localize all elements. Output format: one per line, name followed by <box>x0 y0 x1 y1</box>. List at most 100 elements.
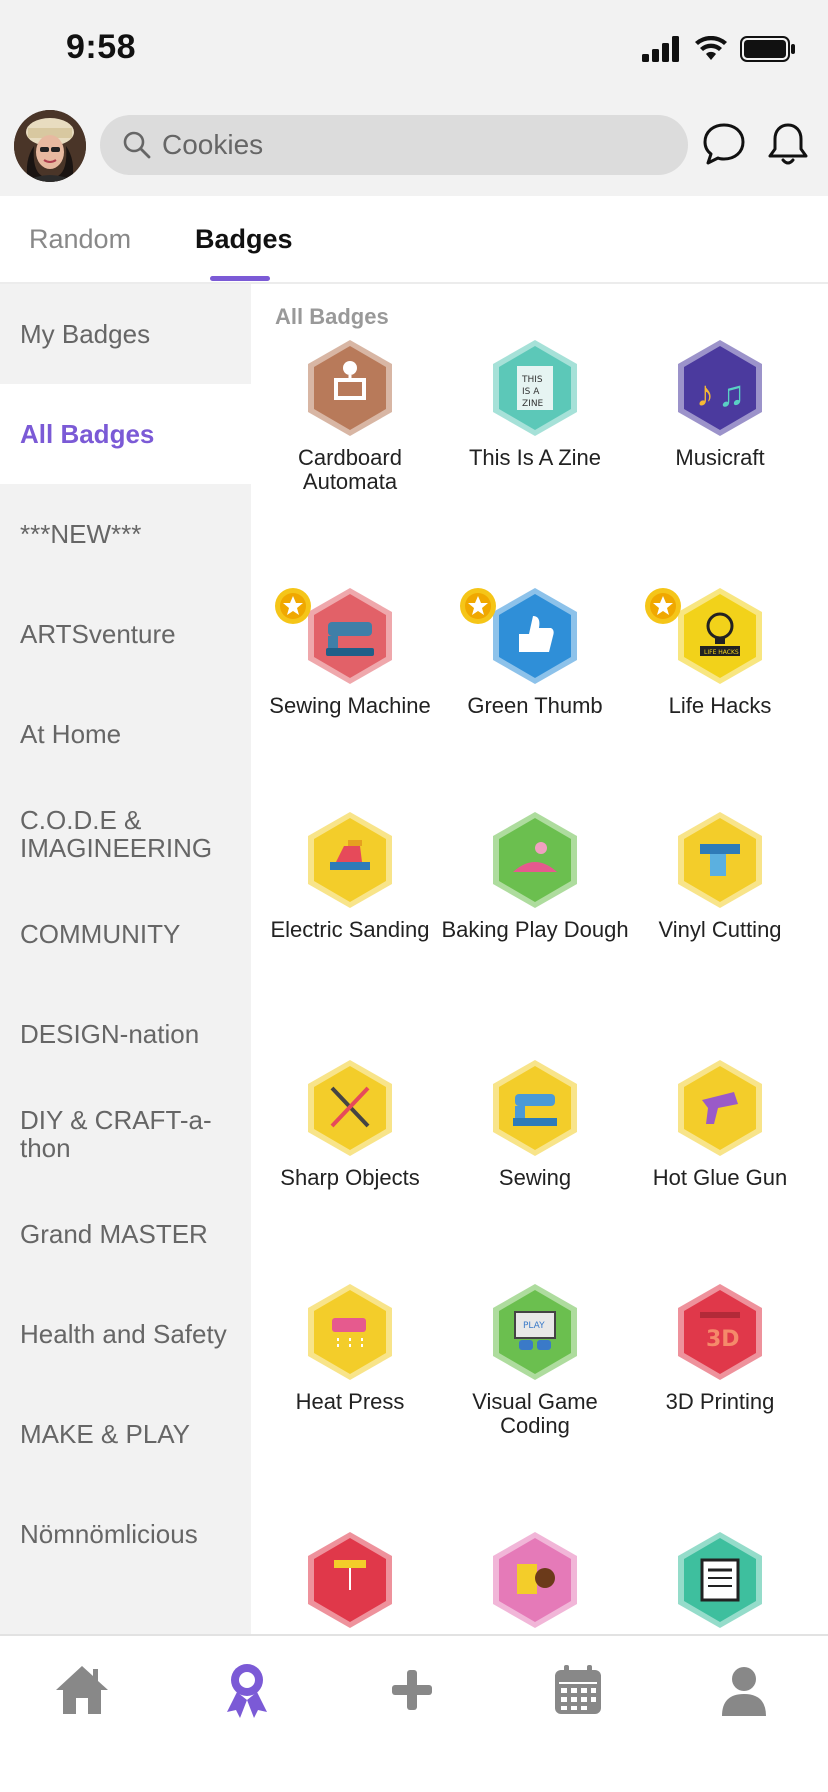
badge-item[interactable]: THIS IS A ZINE This Is A Zine <box>440 338 630 470</box>
badge-item[interactable]: Vinyl Cutting <box>625 810 815 942</box>
sidebar-item-health-safety[interactable]: Health and Safety <box>0 1284 251 1384</box>
sidebar-item-new[interactable]: ***NEW*** <box>0 484 251 584</box>
badge-label: Musicraft <box>675 445 765 470</box>
sidebar-item-code-imagineering[interactable]: C.O.D.E & IMAGINEERING <box>0 784 251 884</box>
badge-item[interactable]: LIFE HACKS Life Hacks <box>625 586 815 718</box>
tab-bar: Random Badges <box>0 196 828 284</box>
badge-item[interactable] <box>625 1530 815 1630</box>
star-coin-icon <box>645 588 681 624</box>
sidebar-item-community[interactable]: COMMUNITY <box>0 884 251 984</box>
top-header: Cookies <box>0 100 828 196</box>
tab-random[interactable]: Random <box>29 224 131 255</box>
status-bar: 9:58 <box>0 0 828 100</box>
badge-grid-panel: All Badges Cardboard Automata THIS IS A ZIN… <box>251 284 828 1634</box>
thumbs-up-icon <box>493 588 577 684</box>
newspaper-icon <box>678 1532 762 1628</box>
svg-text:♪: ♪ <box>696 373 714 414</box>
badge-label: Visual Game Coding <box>472 1389 598 1439</box>
bottom-nav <box>0 1634 828 1792</box>
svg-text:THIS: THIS <box>521 375 543 385</box>
badge-label: Heat Press <box>295 1389 405 1414</box>
sidebar-item-at-home[interactable]: At Home <box>0 684 251 784</box>
badge-label: Cardboard Automata <box>298 445 402 495</box>
tab-badges[interactable]: Badges <box>195 224 293 255</box>
sidebar-item-artsventure[interactable]: ARTSventure <box>0 584 251 684</box>
sidebar-item-make-play[interactable]: MAKE & PLAY <box>0 1384 251 1484</box>
badge-item[interactable]: ♪ ♫ Musicraft <box>625 338 815 470</box>
sidebar-item-design-nation[interactable]: DESIGN-nation <box>0 984 251 1084</box>
status-time: 9:58 <box>66 28 137 66</box>
status-icons <box>642 36 796 62</box>
badge-item[interactable]: Sewing <box>440 1058 630 1190</box>
search-bar[interactable]: Cookies <box>100 115 688 175</box>
badge-label: Electric Sanding <box>270 917 430 942</box>
calendar-icon[interactable] <box>548 1660 608 1720</box>
sewing-icon <box>493 1060 577 1156</box>
sidebar-item-all-badges[interactable]: All Badges <box>0 384 251 484</box>
search-input[interactable]: Cookies <box>162 129 263 161</box>
sidebar-item-nomnomlicious[interactable]: Nömnömlicious <box>0 1484 251 1584</box>
automata-icon <box>308 340 392 436</box>
badge-item[interactable]: Electric Sanding <box>255 810 445 942</box>
game-screen-icon: PLAY <box>493 1284 577 1380</box>
plus-icon[interactable] <box>382 1660 442 1720</box>
section-title: All Badges <box>275 304 389 329</box>
music-notes-icon: ♪ ♫ <box>678 340 762 436</box>
badge-item[interactable]: Sewing Machine <box>255 586 445 718</box>
signal-icon <box>642 36 679 62</box>
bell-icon[interactable] <box>764 120 812 168</box>
zine-icon: THIS IS A ZINE <box>493 340 577 436</box>
sander-icon <box>308 812 392 908</box>
sidebar-item-diy-craft[interactable]: DIY & CRAFT-a-thon <box>0 1084 251 1184</box>
badge-label: Sewing <box>498 1165 572 1190</box>
badge-label: 3D Printing <box>665 1389 775 1414</box>
3d-printer-icon: 3D <box>678 1284 762 1380</box>
badge-label: This Is A Zine <box>468 445 602 470</box>
badge-item[interactable]: Heat Press <box>255 1282 445 1414</box>
badge-item[interactable]: Green Thumb <box>440 586 630 718</box>
star-coin-icon <box>275 588 311 624</box>
search-icon <box>123 131 151 159</box>
svg-text:3D: 3D <box>706 1327 740 1352</box>
badge-item[interactable]: Baking Play Dough <box>440 810 630 942</box>
profile-icon[interactable] <box>714 1660 774 1720</box>
badge-ribbon-icon[interactable] <box>217 1660 277 1720</box>
glue-gun-icon <box>678 1060 762 1156</box>
badge-label: Green Thumb <box>467 693 603 718</box>
badge-label: Hot Glue Gun <box>652 1165 788 1190</box>
sewing-machine-icon <box>308 588 392 684</box>
home-icon[interactable] <box>52 1660 112 1720</box>
laser-icon <box>308 1532 392 1628</box>
battery-icon <box>740 36 795 62</box>
svg-text:♫: ♫ <box>718 373 745 414</box>
wifi-icon <box>695 36 727 60</box>
heat-press-icon <box>308 1284 392 1380</box>
badge-item[interactable] <box>440 1530 630 1630</box>
badge-label: Vinyl Cutting <box>658 917 782 942</box>
avatar[interactable] <box>14 110 86 182</box>
svg-text:ZINE: ZINE <box>522 399 544 409</box>
svg-text:IS A: IS A <box>522 387 540 397</box>
svg-text:LIFE HACKS: LIFE HACKS <box>704 649 739 656</box>
sidebar-item-grand-master[interactable]: Grand MASTER <box>0 1184 251 1284</box>
sidebar-item-my-badges[interactable]: My Badges <box>0 284 251 384</box>
badge-item[interactable]: Hot Glue Gun <box>625 1058 815 1190</box>
play-dough-icon <box>493 812 577 908</box>
scissors-icon <box>308 1060 392 1156</box>
badge-item[interactable]: Cardboard Automata <box>255 338 445 494</box>
chat-icon[interactable] <box>700 120 748 168</box>
badge-label: Baking Play Dough <box>441 917 629 942</box>
star-coin-icon <box>460 588 496 624</box>
badge-label: Sharp Objects <box>280 1165 420 1190</box>
badge-label: Life Hacks <box>668 693 772 718</box>
badge-item[interactable]: PLAY Visual Game Coding <box>440 1282 630 1438</box>
design-tools-icon <box>493 1532 577 1628</box>
vinyl-cutter-icon <box>678 812 762 908</box>
badge-item[interactable] <box>255 1530 445 1630</box>
badge-item[interactable]: 3D 3D Printing <box>625 1282 815 1414</box>
svg-text:PLAY: PLAY <box>523 1321 545 1331</box>
lightbulb-icon: LIFE HACKS <box>678 588 762 684</box>
category-sidebar: My Badges All Badges ***NEW*** ARTSventu… <box>0 284 251 1634</box>
badge-item[interactable]: Sharp Objects <box>255 1058 445 1190</box>
badge-label: Sewing Machine <box>269 693 431 718</box>
